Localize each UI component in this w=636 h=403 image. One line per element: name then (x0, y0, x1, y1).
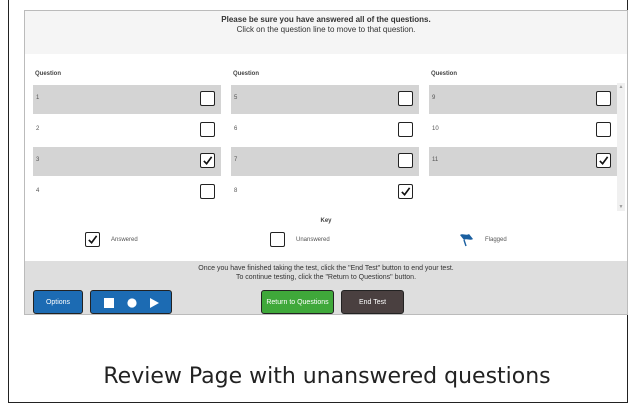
question-number: 7 (234, 157, 238, 163)
instructions-header: Please be sure you have answered all of … (25, 11, 627, 54)
question-number: 4 (36, 188, 40, 194)
empty-box-icon (200, 122, 215, 137)
question-column-heading: Question (35, 71, 62, 77)
empty-box-icon (200, 184, 215, 199)
question-column: Question 1 2 3 4 (33, 71, 221, 209)
key-unanswered-label: Unanswered (296, 237, 330, 243)
instructions-title: Please be sure you have answered all of … (221, 15, 431, 24)
play-icon[interactable] (149, 298, 159, 308)
question-number: 9 (432, 95, 436, 101)
question-number: 5 (234, 95, 238, 101)
question-row[interactable]: 8 (231, 178, 419, 207)
scroll-down-icon[interactable]: ▼ (617, 203, 625, 211)
question-column: Question 5 6 7 8 (231, 71, 419, 209)
checked-box-icon (596, 153, 611, 168)
question-number: 1 (36, 95, 40, 101)
options-button[interactable]: Options (33, 290, 83, 314)
key-legend: Key Answered Unanswered Flagged (25, 218, 627, 258)
empty-box-icon (270, 232, 285, 247)
empty-box-icon (398, 153, 413, 168)
checked-box-icon (85, 232, 100, 247)
question-column-heading: Question (431, 71, 458, 77)
question-row[interactable]: 4 (33, 178, 221, 207)
review-screen: Please be sure you have answered all of … (24, 10, 628, 315)
end-test-button[interactable]: End Test (341, 290, 404, 314)
question-number: 3 (36, 157, 40, 163)
flag-icon (460, 234, 473, 247)
question-number: 10 (432, 126, 439, 132)
empty-box-icon (398, 122, 413, 137)
scrollbar[interactable]: ▲ ▼ (617, 83, 625, 211)
media-controls (90, 290, 172, 314)
figure-caption: Review Page with unanswered questions (103, 364, 551, 389)
footer-bar: Once you have finished taking the test, … (25, 261, 627, 314)
question-row[interactable]: 2 (33, 116, 221, 145)
key-flagged-label: Flagged (485, 237, 507, 243)
question-number: 6 (234, 126, 238, 132)
footer-line-1: Once you have finished taking the test, … (198, 265, 454, 272)
question-number: 2 (36, 126, 40, 132)
question-column: Question 9 10 11 (429, 71, 617, 178)
scroll-up-icon[interactable]: ▲ (617, 83, 625, 91)
question-number: 8 (234, 188, 238, 194)
stop-icon[interactable] (104, 298, 114, 308)
empty-box-icon (200, 91, 215, 106)
question-column-heading: Question (233, 71, 260, 77)
key-title: Key (320, 218, 332, 224)
footer-message: Once you have finished taking the test, … (25, 261, 627, 282)
figure-frame: Please be sure you have answered all of … (8, 0, 628, 403)
question-row[interactable]: 7 (231, 147, 419, 176)
question-row[interactable]: 5 (231, 85, 419, 114)
empty-box-icon (596, 91, 611, 106)
question-number: 11 (432, 157, 439, 163)
instructions-subtitle: Click on the question line to move to th… (236, 25, 416, 34)
question-row[interactable]: 3 (33, 147, 221, 176)
record-icon[interactable] (127, 298, 137, 308)
question-row[interactable]: 10 (429, 116, 617, 145)
checked-box-icon (398, 184, 413, 199)
checked-box-icon (200, 153, 215, 168)
question-grid: Question 1 2 3 4 Question 5 6 7 8 Question 9 10 11 (33, 71, 617, 211)
return-to-questions-button[interactable]: Return to Questions (261, 290, 334, 314)
question-row[interactable]: 6 (231, 116, 419, 145)
empty-box-icon (596, 122, 611, 137)
empty-box-icon (398, 91, 413, 106)
question-row[interactable]: 9 (429, 85, 617, 114)
question-row[interactable]: 1 (33, 85, 221, 114)
question-row[interactable]: 11 (429, 147, 617, 176)
footer-line-2: To continue testing, click the "Return t… (235, 274, 417, 281)
key-answered-label: Answered (111, 237, 138, 243)
